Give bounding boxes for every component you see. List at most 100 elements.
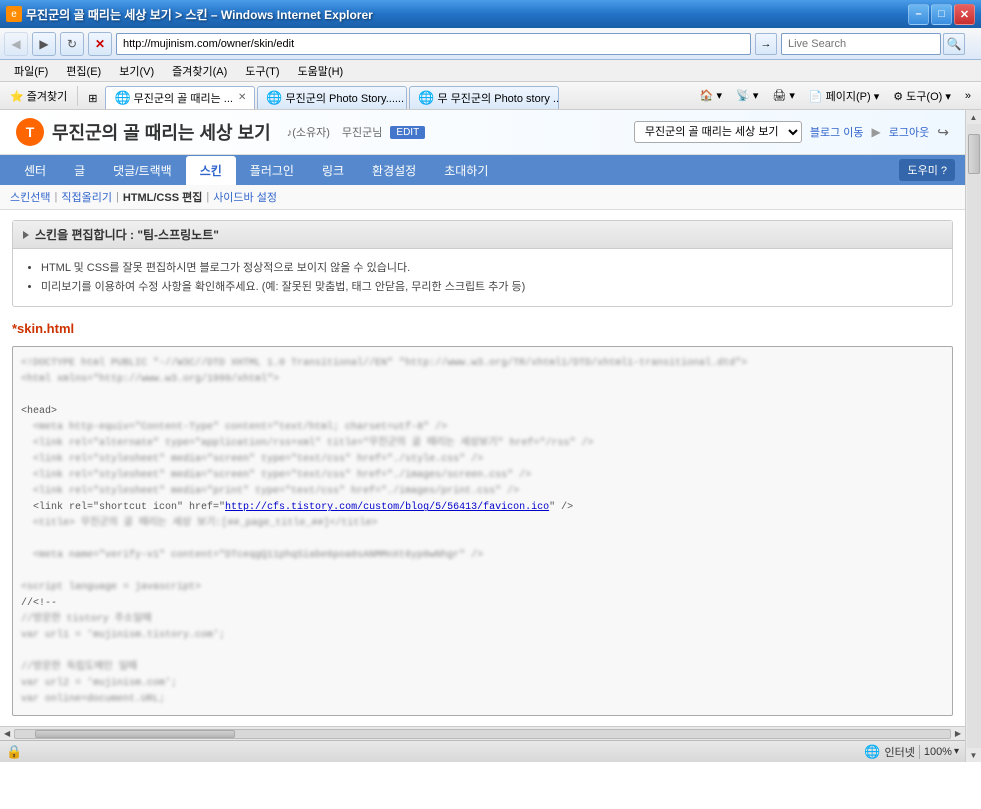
code-editor[interactable]: <!DOCTYPE html PUBLIC "-//W3C//DTD XHTML… [12,346,953,716]
code-line-23 [21,708,944,716]
window-controls: – □ ✕ [908,4,975,25]
page-button[interactable]: 📄 페이지(P) ▾ [803,85,885,107]
extend-button[interactable]: » [959,85,977,107]
menu-favorites[interactable]: 즐겨찾기(A) [164,61,235,81]
section-title: 스킨을 편집합니다 : "팀-스프링노트" [35,226,219,243]
tab-comments[interactable]: 댓글/트랙백 [99,156,186,185]
home-button[interactable]: 🏠 ▾ [694,85,728,107]
blog-right-controls: 무진군의 골 때리는 세상 보기 블로그 이동 ▶ 로그아웃 ↪ [634,121,949,143]
tab-1-close[interactable]: ✕ [238,92,246,103]
zoom-dropdown-icon[interactable]: ▾ [954,746,959,757]
go-button[interactable]: → [755,33,777,55]
tab-posts[interactable]: 글 [60,156,99,185]
code-line-2: <html xmlns="http://www.w3.org/1999/xhtm… [21,372,944,387]
code-line-12 [21,532,944,547]
address-input[interactable] [116,33,751,55]
search-button[interactable]: 🔍 [943,33,965,55]
scroll-vertical-thumb[interactable] [968,134,980,174]
stop-button[interactable]: ✕ [88,32,112,56]
status-zone: 🌐 인터넷 100% ▾ [864,744,959,760]
code-line-8: <link rel="stylesheet" media="screen" ty… [21,468,944,483]
code-line-3 [21,388,944,403]
skin-file-label: *skin.html [12,317,953,340]
blog-logo-area: T 무진군의 골 때리는 세상 보기 ♪(소유자) 무진군님 EDIT [16,118,425,146]
main-content: 스킨을 편집합니다 : "팀-스프링노트" HTML 및 CSS를 잘못 편집하… [0,210,965,726]
code-line-15: <script language = javascript> [21,580,944,595]
section-header: 스킨을 편집합니다 : "팀-스프링노트" [13,221,952,249]
code-line-22: var online=document.URL; [21,692,944,707]
tab-1[interactable]: 🌐 무진군의 골 때리는 ... ✕ [105,86,255,110]
blog-move-btn[interactable]: 블로그 이동 [810,124,864,140]
code-line-13: <meta name="verify-v1" content="DTceqgQ1… [21,548,944,563]
address-bar-container: → [116,33,777,55]
code-line-21: var url2 = 'mujinism.com'; [21,676,944,691]
tab-2[interactable]: 🌐 무진군의 Photo Story...... ✕ [257,86,407,110]
favorites-button[interactable]: ⭐ 즐겨찾기 [4,85,73,107]
logout-btn[interactable]: 로그아웃 [889,124,929,140]
menu-view[interactable]: 보기(V) [111,61,162,81]
tab-invite[interactable]: 초대하기 [430,156,502,185]
breadcrumb: 스킨선택 | 직접올리기 | HTML/CSS 편집 | 사이드바 설정 [0,185,965,210]
menu-bar: 파일(F) 편집(E) 보기(V) 즐겨찾기(A) 도구(T) 도움말(H) [0,60,981,82]
menu-tools[interactable]: 도구(T) [237,61,287,81]
breadcrumb-upload[interactable]: 직접올리기 [61,189,112,205]
tools-button[interactable]: ⚙ 도구(O) ▾ [887,85,957,107]
warning-2: 미리보기를 이용하여 수정 사항을 확인해주세요. (예: 잘못된 맞춤법, 태… [41,278,936,297]
tab-2-label: 무진군의 Photo Story...... [286,90,405,106]
code-line-5: <meta http-equiv="Content-Type" content=… [21,420,944,435]
scroll-thumb[interactable] [35,730,235,738]
tab-3[interactable]: 🌐 무 무진군의 Photo story ... ✕ [409,86,559,110]
scroll-track [14,729,951,739]
breadcrumb-sidebar[interactable]: 사이드바 설정 [213,189,277,205]
tab-settings[interactable]: 환경설정 [358,156,430,185]
navigation-bar: ◀ ▶ ↻ ✕ → 🔍 [0,28,981,60]
minimize-button[interactable]: – [908,4,929,25]
username: 무진군님 [342,124,382,140]
security-icon: 🔒 [6,744,22,760]
menu-file[interactable]: 파일(F) [6,61,56,81]
close-button[interactable]: ✕ [954,4,975,25]
refresh-button[interactable]: ↻ [60,32,84,56]
tab-skin[interactable]: 스킨 [186,156,236,185]
tab-1-label: 무진군의 골 때리는 ... [134,90,233,106]
search-container: 🔍 [781,33,965,55]
tab-plugin[interactable]: 플러그인 [236,156,308,185]
print-button[interactable]: 🖨 ▾ [766,85,801,107]
user-label: ♪(소유자) [287,124,330,140]
tab-link[interactable]: 링크 [308,156,358,185]
vertical-scrollbar[interactable]: ▲ ▼ [965,110,981,762]
code-line-9: <link rel="stylesheet" media="print" typ… [21,484,944,499]
help-button[interactable]: 도우미 ? [899,159,955,181]
section-toggle-icon[interactable] [23,231,29,239]
scroll-up-arrow[interactable]: ▲ [967,110,981,124]
search-input[interactable] [781,33,941,55]
forward-button[interactable]: ▶ [32,32,56,56]
code-line-16: //<!-- [21,596,944,611]
blog-nav-select[interactable]: 무진군의 골 때리는 세상 보기 [634,121,802,143]
blog-logo-icon: T [16,118,44,146]
right-toolbar: 🏠 ▾ 📡 ▾ 🖨 ▾ 📄 페이지(P) ▾ ⚙ 도구(O) ▾ » [694,85,977,107]
edit-button[interactable]: EDIT [390,126,425,139]
scroll-down-arrow[interactable]: ▼ [967,748,981,762]
maximize-button[interactable]: □ [931,4,952,25]
blog-title: 무진군의 골 때리는 세상 보기 [52,119,271,145]
favorites-bar: ⭐ 즐겨찾기 ⊞ 🌐 무진군의 골 때리는 ... ✕ 🌐 무진군의 Photo… [0,82,981,110]
tab-center[interactable]: 센터 [10,156,60,185]
info-section: 스킨을 편집합니다 : "팀-스프링노트" HTML 및 CSS를 잘못 편집하… [12,220,953,307]
code-line-19 [21,644,944,659]
menu-edit[interactable]: 편집(E) [58,61,109,81]
favorites-grid-btn[interactable]: ⊞ [82,88,103,110]
back-button[interactable]: ◀ [4,32,28,56]
scroll-right-arrow[interactable]: ▶ [953,729,963,738]
horizontal-scrollbar[interactable]: ◀ ▶ [0,726,965,740]
scroll-vertical-track [967,124,981,748]
breadcrumb-skin-select[interactable]: 스킨선택 [10,189,50,205]
titlebar: e 무진군의 골 때리는 세상 보기 > 스킨 – Windows Intern… [0,0,981,28]
browser-content-area: T 무진군의 골 때리는 세상 보기 ♪(소유자) 무진군님 EDIT 무진군의… [0,110,981,762]
titlebar-icon: e [6,6,22,22]
menu-help[interactable]: 도움말(H) [290,61,352,81]
zoom-control[interactable]: 100% ▾ [924,746,959,758]
tab-3-label: 무 무진군의 Photo story ... [438,90,560,106]
rss-button[interactable]: 📡 ▾ [730,85,764,107]
scroll-left-arrow[interactable]: ◀ [2,729,12,738]
